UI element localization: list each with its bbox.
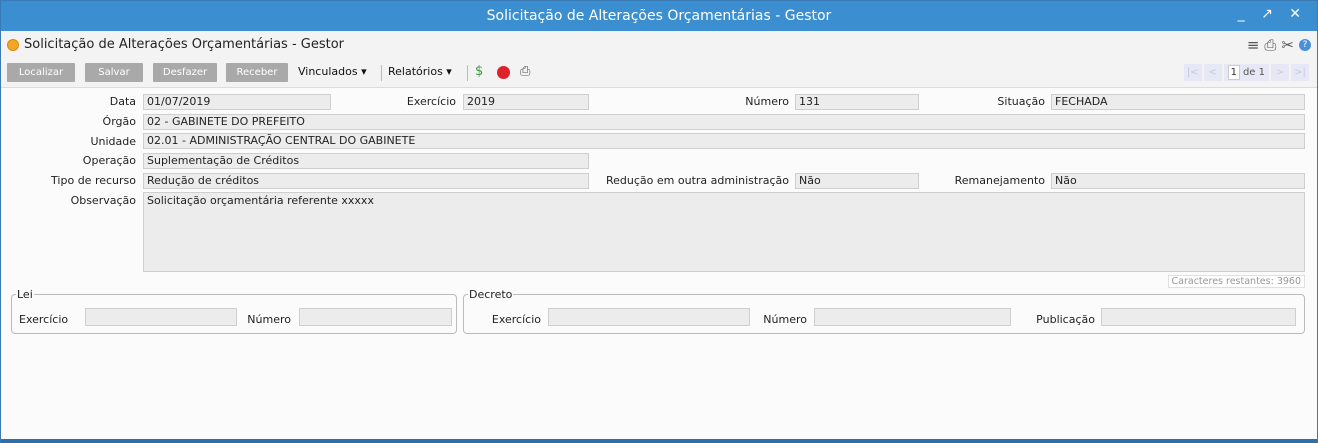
exercicio-label: Exercício xyxy=(406,95,456,108)
exercicio-field[interactable]: 2019 xyxy=(463,94,589,110)
help-icon[interactable]: ? xyxy=(1299,39,1311,51)
toolbar-separator xyxy=(381,65,382,81)
pager-total: de 1 xyxy=(1242,67,1265,78)
decreto-publicacao-label: Publicação xyxy=(1036,313,1095,326)
lei-legend: Lei xyxy=(16,288,34,301)
numero-field[interactable]: 131 xyxy=(795,94,919,110)
remanejamento-field[interactable]: Não xyxy=(1051,173,1305,189)
form-header: Solicitação de Alterações Orçamentárias … xyxy=(1,31,1317,60)
print-icon[interactable]: ⎙ xyxy=(520,64,530,79)
pager-last-button[interactable]: >| xyxy=(1291,64,1309,81)
header-icons: ≡ ⎙ ✂ ? xyxy=(1247,36,1311,54)
numero-label: Número xyxy=(745,95,789,108)
receber-button[interactable]: Receber xyxy=(226,63,288,82)
operacao-field[interactable]: Suplementação de Créditos xyxy=(143,153,589,169)
data-label: Data xyxy=(109,95,136,108)
lei-numero-label: Número xyxy=(247,313,291,326)
pager-prev-button[interactable]: < xyxy=(1203,64,1222,81)
window-titlebar: Solicitação de Alterações Orçamentárias … xyxy=(1,1,1317,31)
remanejamento-label: Remanejamento xyxy=(954,174,1045,187)
relatorios-menu[interactable]: Relatórios ▾ xyxy=(388,65,452,78)
window-controls[interactable]: _ ↗ ✕ xyxy=(1238,6,1307,22)
decreto-publicacao-field[interactable] xyxy=(1101,308,1296,326)
tipo-recurso-label: Tipo de recurso xyxy=(51,174,136,187)
char-counter: Caracteres restantes: 3960 xyxy=(1167,275,1305,288)
reducao-outra-label: Redução em outra administração xyxy=(606,174,789,187)
toolbar: Localizar Salvar Desfazer Receber Vincul… xyxy=(1,59,1317,88)
pager-position: 1 de 1 xyxy=(1223,64,1269,81)
tools-icon[interactable]: ✂ xyxy=(1281,36,1294,54)
toolbar-separator xyxy=(467,65,468,81)
page-title: Solicitação de Alterações Orçamentárias … xyxy=(24,37,345,52)
pager-first-button[interactable]: |< xyxy=(1183,64,1202,81)
decreto-numero-label: Número xyxy=(763,313,807,326)
observacao-label: Observação xyxy=(70,194,136,207)
record-icon[interactable] xyxy=(497,66,510,79)
app-window: Solicitação de Alterações Orçamentárias … xyxy=(0,0,1318,443)
lei-numero-field[interactable] xyxy=(299,308,452,326)
decreto-legend: Decreto xyxy=(468,288,514,301)
situacao-field[interactable]: FECHADA xyxy=(1051,94,1305,110)
lei-exercicio-label: Exercício xyxy=(19,313,69,326)
data-field[interactable]: 01/07/2019 xyxy=(143,94,331,110)
desfazer-button[interactable]: Desfazer xyxy=(153,63,217,82)
decreto-numero-field[interactable] xyxy=(814,308,1011,326)
vinculados-menu[interactable]: Vinculados ▾ xyxy=(298,65,367,78)
decreto-exercicio-field[interactable] xyxy=(548,308,750,326)
bottom-border xyxy=(1,439,1317,443)
observacao-textarea[interactable]: Solicitação orçamentária referente xxxxx xyxy=(143,192,1305,272)
tipo-recurso-field[interactable]: Redução de créditos xyxy=(143,173,589,189)
reducao-outra-field[interactable]: Não xyxy=(795,173,919,189)
coins-icon[interactable]: $ xyxy=(475,64,483,79)
unidade-field[interactable]: 02.01 - ADMINISTRAÇÃO CENTRAL DO GABINET… xyxy=(143,133,1305,149)
print-icon[interactable]: ⎙ xyxy=(1264,36,1276,54)
localizar-button[interactable]: Localizar xyxy=(7,63,75,82)
orgao-label: Órgão xyxy=(102,115,136,128)
operacao-label: Operação xyxy=(82,154,136,167)
pager-current-input[interactable]: 1 xyxy=(1227,65,1240,80)
salvar-button[interactable]: Salvar xyxy=(85,63,143,82)
orgao-field[interactable]: 02 - GABINETE DO PREFEITO xyxy=(143,114,1305,130)
situacao-label: Situação xyxy=(997,95,1045,108)
status-dot-icon xyxy=(7,39,19,51)
decreto-exercicio-label: Exercício xyxy=(491,313,541,326)
pager: |< < 1 de 1 > >| xyxy=(1183,64,1309,81)
window-title: Solicitação de Alterações Orçamentárias … xyxy=(486,8,832,24)
lei-exercicio-field[interactable] xyxy=(85,308,237,326)
pager-next-button[interactable]: > xyxy=(1271,64,1289,81)
menu-icon[interactable]: ≡ xyxy=(1247,36,1260,54)
unidade-label: Unidade xyxy=(90,135,136,148)
